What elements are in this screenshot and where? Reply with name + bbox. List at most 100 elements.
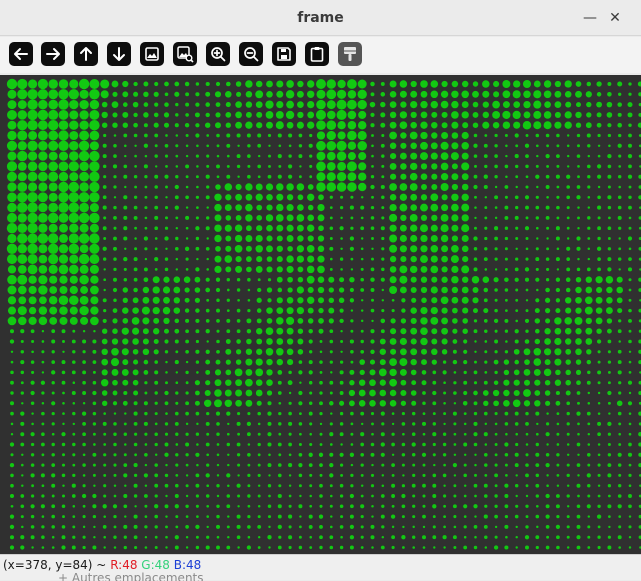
halftone-dot xyxy=(194,276,201,283)
halftone-dot xyxy=(297,328,304,334)
halftone-dot xyxy=(61,370,66,375)
halftone-dot xyxy=(58,192,69,203)
halftone-dot xyxy=(37,192,48,203)
halftone-dot xyxy=(451,265,459,274)
halftone-dot xyxy=(607,267,612,272)
properties-button[interactable] xyxy=(338,42,362,66)
halftone-dot xyxy=(48,109,59,120)
halftone-dot xyxy=(144,452,148,457)
halftone-dot xyxy=(399,121,408,130)
halftone-dot xyxy=(51,370,56,375)
halftone-dot xyxy=(185,215,190,220)
halftone-dot xyxy=(483,483,488,488)
halftone-dot xyxy=(483,184,488,190)
halftone-dot xyxy=(401,493,406,499)
halftone-dot xyxy=(89,150,100,162)
halftone-dot xyxy=(587,535,591,539)
halftone-dot xyxy=(607,390,612,396)
halftone-dot xyxy=(246,328,252,334)
halftone-dot xyxy=(214,91,222,98)
halftone-dot xyxy=(628,494,632,498)
halftone-dot xyxy=(391,298,395,302)
halftone-dot xyxy=(277,391,282,395)
halftone-dot xyxy=(185,102,190,107)
halftone-dot xyxy=(483,143,488,148)
halftone-dot xyxy=(576,133,581,138)
halftone-dot xyxy=(565,348,572,355)
halftone-dot xyxy=(257,278,261,282)
halftone-dot xyxy=(7,233,17,244)
halftone-dot xyxy=(502,90,511,99)
halftone-dot xyxy=(287,287,293,293)
halftone-dot xyxy=(504,185,509,189)
halftone-dot xyxy=(432,453,436,457)
halftone-dot xyxy=(463,463,467,467)
zoom-fit-button[interactable] xyxy=(140,42,164,66)
halftone-dot xyxy=(257,432,261,436)
copy-clipboard-button[interactable] xyxy=(305,42,329,66)
halftone-dot xyxy=(103,175,107,179)
halftone-dot xyxy=(236,483,241,488)
zoom-out-button[interactable] xyxy=(239,42,263,66)
halftone-dot xyxy=(277,514,282,519)
image-canvas[interactable] xyxy=(0,75,641,554)
halftone-dot xyxy=(564,80,572,88)
halftone-dot xyxy=(71,339,76,344)
save-button[interactable] xyxy=(272,42,296,66)
halftone-dot xyxy=(350,411,354,416)
halftone-dot xyxy=(545,525,550,529)
halftone-dot xyxy=(164,154,169,158)
halftone-dot xyxy=(389,244,398,253)
zoom-in-button[interactable] xyxy=(206,42,230,66)
halftone-dot xyxy=(350,504,354,509)
halftone-dot xyxy=(102,195,107,200)
halftone-dot xyxy=(597,205,602,210)
halftone-dot xyxy=(154,247,158,251)
pan-left-button[interactable] xyxy=(9,42,33,66)
halftone-dot xyxy=(451,244,459,253)
halftone-dot xyxy=(371,144,374,148)
halftone-dot xyxy=(288,370,292,375)
close-button[interactable]: ✕ xyxy=(606,9,624,27)
halftone-dot xyxy=(277,493,282,499)
halftone-dot xyxy=(597,174,602,179)
halftone-dot xyxy=(607,247,612,251)
halftone-dot xyxy=(58,202,69,213)
halftone-dot xyxy=(103,484,107,488)
halftone-dot xyxy=(576,483,581,488)
halftone-dot xyxy=(451,183,459,191)
halftone-dot xyxy=(299,432,302,436)
pan-up-button[interactable] xyxy=(74,42,98,66)
halftone-dot xyxy=(257,473,261,477)
pan-down-button[interactable] xyxy=(107,42,131,66)
halftone-dot xyxy=(597,432,601,437)
halftone-dot xyxy=(597,370,602,375)
pan-right-button[interactable] xyxy=(41,42,65,66)
halftone-dot xyxy=(402,546,405,549)
minimize-button[interactable]: — xyxy=(581,9,599,27)
halftone-dot xyxy=(38,182,48,192)
halftone-dot xyxy=(512,90,521,99)
halftone-dot xyxy=(483,432,488,437)
halftone-dot xyxy=(577,206,580,209)
halftone-dot xyxy=(216,329,220,333)
halftone-dot xyxy=(298,390,303,396)
halftone-dot xyxy=(412,494,416,498)
zoom-original-button[interactable] xyxy=(173,42,197,66)
halftone-dot xyxy=(473,483,478,488)
halftone-dot xyxy=(165,185,168,189)
halftone-dot xyxy=(237,432,241,436)
halftone-dot xyxy=(329,216,333,220)
halftone-dot xyxy=(337,131,346,140)
halftone-dot xyxy=(226,411,231,416)
halftone-dot xyxy=(9,442,15,447)
halftone-dot xyxy=(420,276,428,283)
halftone-dot xyxy=(216,535,220,539)
halftone-dot xyxy=(68,192,80,203)
halftone-dot xyxy=(329,195,333,199)
halftone-dot xyxy=(288,442,292,447)
halftone-dot xyxy=(121,348,129,356)
halftone-dot xyxy=(453,381,457,385)
halftone-dot xyxy=(78,192,90,203)
halftone-dot xyxy=(216,298,220,303)
